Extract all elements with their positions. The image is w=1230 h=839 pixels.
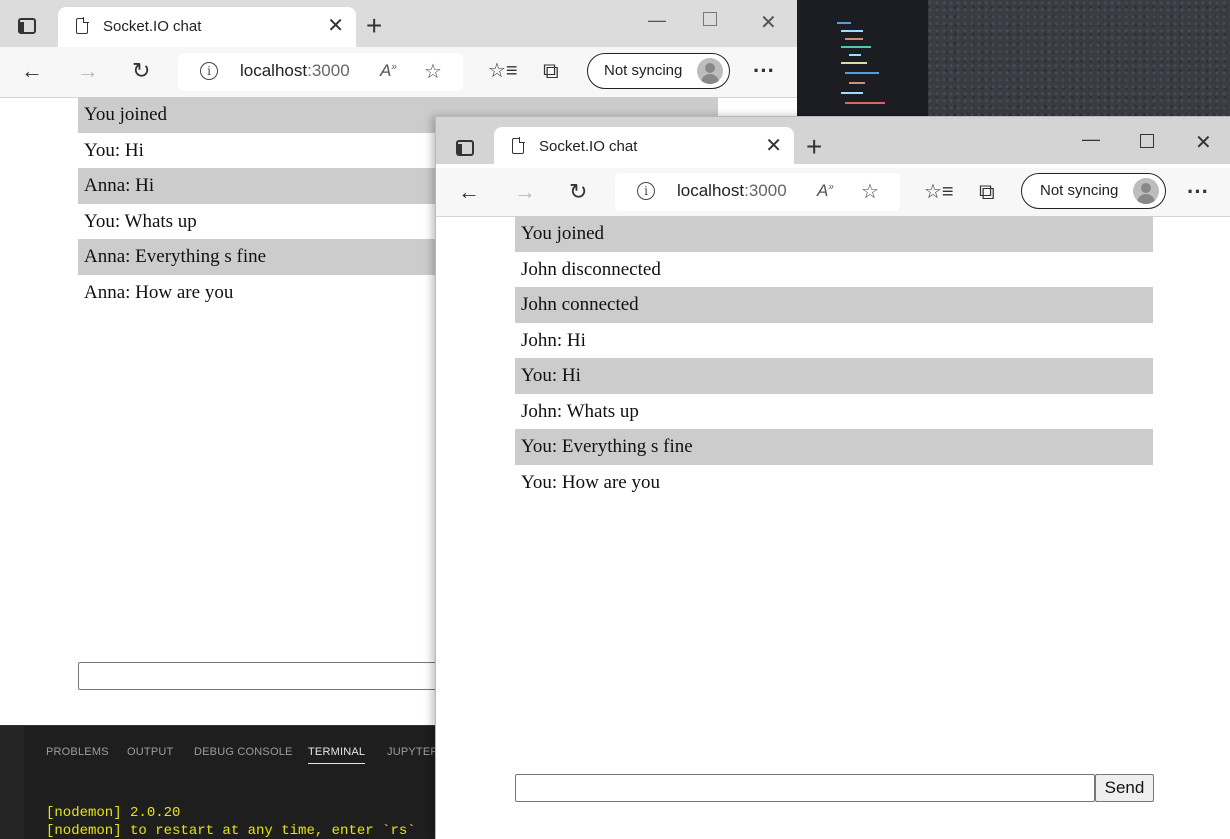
close-window-icon[interactable]: ✕ bbox=[760, 10, 777, 35]
browser-window-front[interactable]: Socket.IO chat ✕ + — ✕ ← → ↻ i localhost… bbox=[435, 116, 1230, 839]
chat-message: You: How are you bbox=[521, 471, 660, 493]
sync-button[interactable]: Not syncing bbox=[587, 53, 730, 89]
toolbar: ← → ↻ i localhost:3000 A» ☆ ☆≡ ⧉ Not syn… bbox=[0, 47, 797, 98]
close-tab-icon[interactable]: ✕ bbox=[327, 16, 344, 36]
info-icon[interactable]: i bbox=[637, 182, 655, 200]
chat-message: You joined bbox=[515, 216, 1153, 252]
chat-message: John disconnected bbox=[521, 258, 661, 280]
chat-message: John: Whats up bbox=[521, 400, 639, 422]
new-tab-icon[interactable]: + bbox=[806, 133, 822, 161]
chat-message: John connected bbox=[515, 287, 1153, 323]
tab-jupyter[interactable]: JUPYTER bbox=[387, 746, 439, 758]
back-arrow-icon[interactable]: ← bbox=[21, 59, 43, 83]
page-content: You joined John disconnected John connecte… bbox=[436, 216, 1230, 839]
favorites-icon[interactable]: ☆≡ bbox=[924, 180, 954, 204]
minimize-icon[interactable]: — bbox=[1082, 129, 1100, 150]
favorites-icon[interactable]: ☆≡ bbox=[488, 59, 518, 83]
read-aloud-icon[interactable]: A» bbox=[817, 181, 834, 201]
tab-terminal[interactable]: TERMINAL bbox=[308, 746, 366, 764]
tab-output[interactable]: OUTPUT bbox=[127, 746, 173, 758]
terminal-line: [nodemon] 2.0.20 bbox=[46, 805, 181, 821]
message-list: You joined John disconnected John connecte… bbox=[515, 216, 1153, 500]
background-wallpaper bbox=[928, 0, 1230, 117]
sync-label: Not syncing bbox=[604, 62, 683, 79]
sync-label: Not syncing bbox=[1040, 182, 1119, 199]
send-button[interactable]: Send bbox=[1095, 774, 1154, 802]
minimize-icon[interactable]: — bbox=[648, 10, 666, 31]
avatar bbox=[697, 58, 723, 84]
document-icon bbox=[76, 17, 89, 34]
message-input[interactable] bbox=[78, 662, 478, 690]
collections-icon[interactable]: ⧉ bbox=[979, 180, 995, 204]
more-icon[interactable]: ··· bbox=[1187, 180, 1209, 204]
chat-message: You: Everything s fine bbox=[515, 429, 1153, 465]
address-bar[interactable]: i localhost:3000 A» ☆ bbox=[615, 173, 900, 211]
add-favorite-icon[interactable]: ☆ bbox=[424, 59, 442, 84]
collections-icon[interactable]: ⧉ bbox=[543, 59, 559, 83]
refresh-icon[interactable]: ↻ bbox=[132, 59, 150, 83]
tab-debug-console[interactable]: DEBUG CONSOLE bbox=[194, 746, 293, 758]
tab-actions-icon[interactable] bbox=[18, 18, 36, 34]
tab-actions-icon[interactable] bbox=[456, 140, 474, 156]
new-tab-icon[interactable]: + bbox=[366, 12, 382, 40]
close-window-icon[interactable]: ✕ bbox=[1195, 130, 1212, 155]
document-icon bbox=[512, 137, 525, 154]
maximize-icon[interactable] bbox=[1140, 134, 1154, 148]
maximize-icon[interactable] bbox=[703, 12, 717, 26]
vscode-panel: PROBLEMS OUTPUT DEBUG CONSOLE TERMINAL J… bbox=[0, 725, 439, 839]
add-favorite-icon[interactable]: ☆ bbox=[861, 179, 879, 204]
activity-bar bbox=[0, 726, 24, 839]
browser-tab[interactable]: Socket.IO chat ✕ bbox=[58, 7, 356, 47]
read-aloud-icon[interactable]: A» bbox=[380, 61, 397, 81]
avatar bbox=[1133, 178, 1159, 204]
forward-arrow-icon[interactable]: → bbox=[77, 59, 99, 83]
tab-problems[interactable]: PROBLEMS bbox=[46, 746, 109, 758]
back-arrow-icon[interactable]: ← bbox=[458, 180, 480, 204]
tab-title: Socket.IO chat bbox=[539, 138, 638, 155]
title-bar: Socket.IO chat ✕ + — ✕ bbox=[436, 117, 1230, 165]
terminal-line: [nodemon] to restart at any time, enter … bbox=[46, 823, 416, 839]
address-bar[interactable]: i localhost:3000 A» ☆ bbox=[178, 53, 463, 91]
browser-tab[interactable]: Socket.IO chat ✕ bbox=[494, 127, 794, 165]
tab-title: Socket.IO chat bbox=[103, 18, 202, 35]
url[interactable]: localhost:3000 bbox=[240, 61, 350, 81]
close-tab-icon[interactable]: ✕ bbox=[765, 136, 782, 156]
message-input[interactable] bbox=[515, 774, 1095, 802]
title-bar: Socket.IO chat ✕ + — ✕ bbox=[0, 0, 797, 47]
sync-button[interactable]: Not syncing bbox=[1021, 173, 1166, 209]
url[interactable]: localhost:3000 bbox=[677, 181, 787, 201]
more-icon[interactable]: ··· bbox=[753, 59, 775, 83]
info-icon[interactable]: i bbox=[200, 62, 218, 80]
toolbar: ← → ↻ i localhost:3000 A» ☆ ☆≡ ⧉ Not syn… bbox=[436, 168, 1230, 217]
refresh-icon[interactable]: ↻ bbox=[569, 180, 587, 204]
forward-arrow-icon[interactable]: → bbox=[514, 180, 536, 204]
chat-message: John: Hi bbox=[521, 329, 586, 351]
chat-message: You: Hi bbox=[515, 358, 1153, 394]
background-code-editor bbox=[797, 0, 928, 117]
